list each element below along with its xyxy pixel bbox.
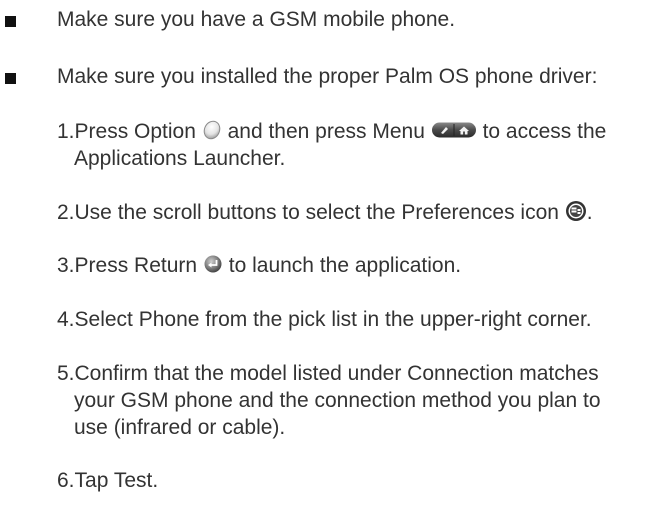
step-3-text-a: 3.Press Return <box>57 254 198 277</box>
step-5-line-3: use (infrared or cable). <box>74 416 286 439</box>
step-1-text-b: and then press Menu <box>227 120 425 143</box>
step-3-line-1: 3.Press Return to launch the application… <box>57 252 669 279</box>
preferences-icon <box>565 200 587 222</box>
step-1-text-a: 1.Press Option <box>57 120 196 143</box>
step-5-line-2: your GSM phone and the connection method… <box>74 389 601 412</box>
step-5: 5.Confirm that the model listed under Co… <box>57 360 669 441</box>
bullet-text: Make sure you have a GSM mobile phone. <box>57 8 456 31</box>
bullet-text: Make sure you installed the proper Palm … <box>57 65 598 88</box>
bullet-square-icon <box>5 73 16 84</box>
step-1: 1.Press Option and then press Menu to ac… <box>57 118 669 172</box>
step-2-text-a: 2.Use the scroll buttons to select the P… <box>57 201 559 224</box>
document-page: Make sure you have a GSM mobile phone. M… <box>0 0 671 511</box>
step-4-line-1: 4.Select Phone from the pick list in the… <box>57 308 592 331</box>
step-3-text-b: to launch the application. <box>228 254 462 277</box>
bullet-square-icon <box>5 16 16 27</box>
step-1-line-2: Applications Launcher. <box>74 147 286 170</box>
step-2-text-b: . <box>586 201 593 224</box>
return-key-icon <box>203 254 223 274</box>
option-key-icon <box>202 120 222 140</box>
step-6: 6.Tap Test. <box>57 467 669 494</box>
step-6-line-1: 6.Tap Test. <box>57 469 159 492</box>
step-4: 4.Select Phone from the pick list in the… <box>57 306 669 333</box>
step-2-line-1: 2.Use the scroll buttons to select the P… <box>57 199 669 226</box>
step-2: 2.Use the scroll buttons to select the P… <box>57 199 669 226</box>
menu-key-icon <box>431 121 477 139</box>
step-5-line-1: 5.Confirm that the model listed under Co… <box>57 362 599 385</box>
step-3: 3.Press Return to launch the application… <box>57 252 669 279</box>
step-1-text-c: to access the <box>482 120 607 143</box>
step-1-line-1: 1.Press Option and then press Menu to ac… <box>57 118 669 145</box>
